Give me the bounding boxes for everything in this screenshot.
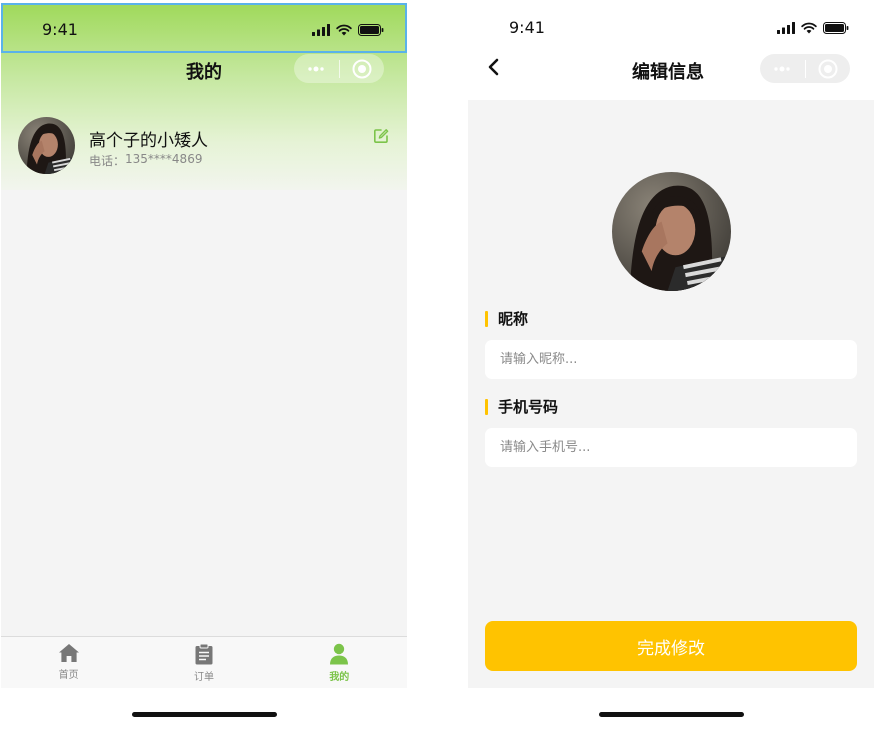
tab-bar: 首页 订单 我的: [1, 636, 407, 688]
status-time: 9:41: [509, 18, 545, 37]
status-time: 9:41: [42, 20, 78, 39]
home-icon: [58, 644, 79, 662]
mini-program-capsule: [760, 54, 850, 83]
nickname-label: 昵称: [498, 310, 529, 328]
phone-number: 135****4869: [125, 152, 203, 166]
close-mini-program-button[interactable]: [339, 59, 384, 79]
section-accent-bar: [485, 310, 488, 327]
more-dots-icon: [774, 66, 790, 71]
target-circle-icon: [352, 59, 372, 78]
user-phone: 电话： 135****4869: [89, 152, 202, 169]
home-indicator-area: [468, 688, 874, 725]
status-bar: 9:41: [1, 3, 407, 53]
nickname-section-label: 昵称: [485, 308, 528, 329]
edit-profile-screen: 9:41 编辑信息 昵称 请输入昵称... 手机号码 请输入手机号... 完成修…: [468, 3, 874, 725]
wifi-icon: [801, 22, 817, 34]
section-accent-bar: [485, 398, 488, 415]
more-menu-button[interactable]: [294, 66, 339, 72]
profile-screen: 9:41 我的 高个子的小矮人 电话： 135****4869 首页 订单 我的: [1, 3, 407, 725]
battery-icon: [358, 24, 384, 36]
phone-number-input[interactable]: [485, 428, 857, 467]
navigation-header: 9:41 编辑信息: [468, 3, 874, 100]
phone-section-label: 手机号码: [485, 396, 558, 417]
battery-icon: [823, 22, 849, 34]
nickname-input[interactable]: [485, 340, 857, 379]
page-title: 编辑信息: [632, 62, 704, 83]
more-menu-button[interactable]: [760, 66, 805, 72]
user-name: 高个子的小矮人: [89, 131, 208, 151]
person-icon: [330, 643, 349, 665]
tab-mine-label: 我的: [329, 672, 350, 683]
phone-number-label: 手机号码: [498, 398, 559, 416]
tab-home-label: 首页: [58, 670, 79, 681]
tab-mine[interactable]: 我的: [272, 637, 407, 688]
submit-button[interactable]: 完成修改: [485, 621, 857, 671]
signal-icon: [777, 22, 795, 34]
phone-label: 电话：: [89, 154, 126, 168]
home-indicator-area: [1, 688, 407, 725]
tab-orders[interactable]: 订单: [136, 637, 271, 688]
home-indicator[interactable]: [599, 712, 744, 717]
target-circle-icon: [818, 59, 838, 78]
tab-orders-label: 订单: [193, 672, 214, 683]
avatar-upload[interactable]: [612, 172, 731, 291]
more-dots-icon: [308, 66, 324, 71]
clipboard-icon: [195, 643, 213, 665]
signal-icon: [312, 24, 330, 36]
wifi-icon: [336, 24, 352, 36]
user-avatar[interactable]: [18, 117, 75, 174]
mini-program-capsule: [294, 54, 384, 83]
page-title: 我的: [186, 62, 222, 83]
back-arrow-icon[interactable]: [486, 57, 502, 77]
tab-home[interactable]: 首页: [1, 637, 136, 688]
edit-icon[interactable]: [373, 128, 389, 144]
home-indicator[interactable]: [132, 712, 277, 717]
close-mini-program-button[interactable]: [805, 59, 850, 79]
